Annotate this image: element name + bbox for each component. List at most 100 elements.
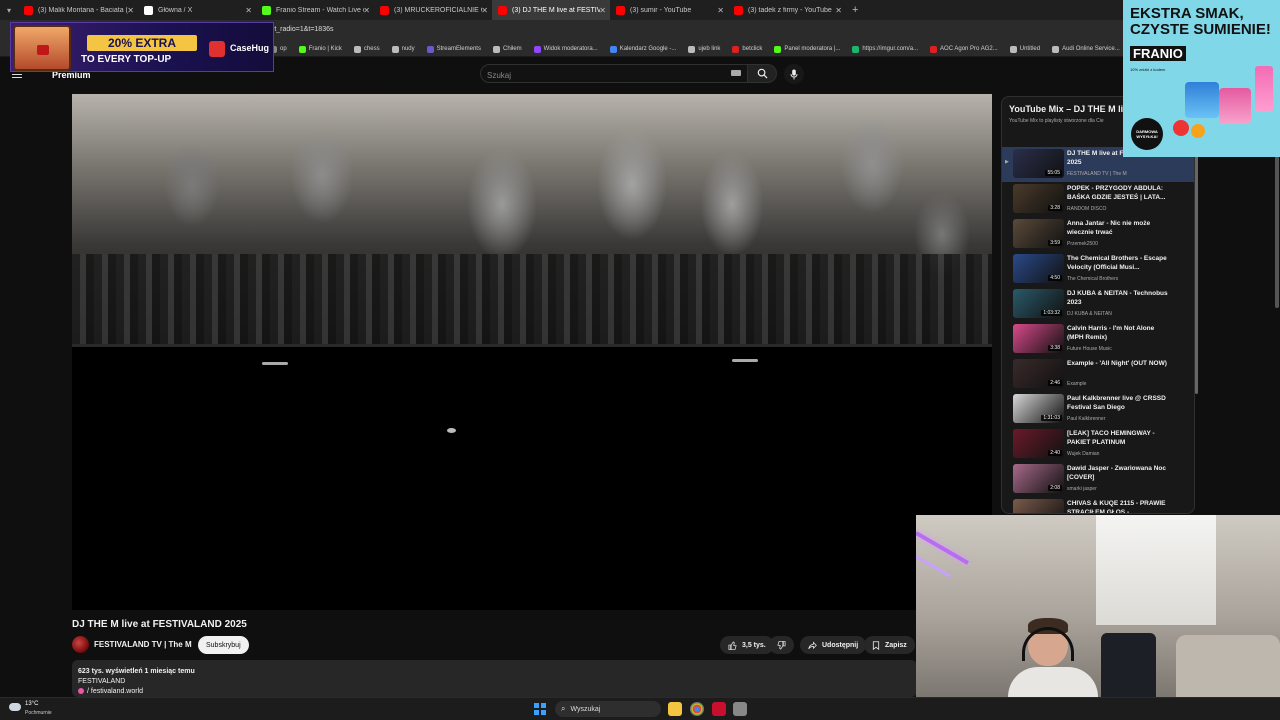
weather-temperature[interactable]: 13°C — [25, 701, 38, 707]
playlist-item[interactable]: CHIVAS & KUQE 2115 - PRAWIE STRACIŁEM GŁ… — [1002, 497, 1194, 513]
channel-name[interactable]: FESTIVALAND TV | The M — [94, 640, 192, 649]
video-description[interactable]: 623 tys. wyświetleń 1 miesiąc temu FESTI… — [72, 660, 917, 697]
playlist-title[interactable]: YouTube Mix – DJ THE M li — [1009, 104, 1123, 114]
bookmark-item[interactable]: Chiłem — [492, 45, 522, 53]
app-icon[interactable] — [733, 702, 747, 716]
tab-search-icon[interactable]: ▾ — [0, 0, 18, 20]
playlist-item[interactable]: 4:50 The Chemical Brothers - Escape Veloc… — [1002, 252, 1194, 287]
playlist-item[interactable]: 2:40 [LEAK] TACO HEMINGWAY - PAKIET PLATI… — [1002, 427, 1194, 462]
bookmark-item[interactable]: https://imgur.com/a... — [852, 45, 918, 53]
playlist-item[interactable]: 1:03:32 DJ KUBA & NEITAN - Technobus 2023… — [1002, 287, 1194, 322]
browser-tab[interactable]: Główna / X ✕ — [138, 0, 256, 20]
browser-tab[interactable]: (3) sumir - YouTube ✕ — [610, 0, 728, 20]
browser-tab[interactable]: Franio Stream - Watch Live on ✕ — [256, 0, 374, 20]
playlist-thumbnail[interactable]: 3:28 — [1013, 184, 1064, 213]
bookmark-item[interactable]: Panel moderatora |... — [774, 45, 841, 53]
bookmark-item[interactable]: betclick — [732, 45, 762, 53]
playlist-item-title[interactable]: DJ KUBA & NEITAN - Technobus 2023 — [1067, 289, 1171, 307]
new-tab-button[interactable]: + — [852, 4, 858, 16]
bookmark-item[interactable]: Franio | Kick — [298, 45, 342, 53]
casehug-logo-icon — [209, 41, 225, 57]
file-explorer-icon[interactable] — [668, 702, 682, 716]
playlist-item-title[interactable]: CHIVAS & KUQE 2115 - PRAWIE STRACIŁEM GŁ… — [1067, 499, 1171, 513]
browser-tab[interactable]: (3) Malik Montana - Baciata (O ✕ — [18, 0, 138, 20]
playlist-item[interactable]: 2:46 Example - 'All Night' (OUT NOW) Examp… — [1002, 357, 1194, 392]
bookmark-label: StreamElements — [436, 46, 481, 52]
bookmark-item[interactable]: AOC Agon Pro AG2... — [930, 45, 998, 53]
playlist-thumbnail[interactable]: 3:38 — [1013, 324, 1064, 353]
playlist-thumbnail[interactable]: 3:59 — [1013, 219, 1064, 248]
save-button[interactable]: Zapisz — [864, 636, 915, 654]
playlist-item-title[interactable]: Calvin Harris - I'm Not Alone (MPH Remix… — [1067, 324, 1171, 342]
playlist-thumbnail[interactable]: 1:31:03 — [1013, 394, 1064, 423]
ad-discount-text: 10% zniżki z kodem — [1130, 67, 1166, 72]
playlist-scrollbar[interactable] — [1195, 148, 1198, 394]
playlist-item-title[interactable]: The Chemical Brothers - Escape Velocity … — [1067, 254, 1171, 272]
tab-favicon-icon — [262, 5, 271, 15]
browser-tab[interactable]: (3) MRUCKEROFICIALNIE GDZI✕ — [374, 0, 492, 20]
playlist-item-title[interactable]: Paul Kalkbrenner live @ CRSSD Festival S… — [1067, 394, 1171, 412]
tab-close-icon[interactable]: ✕ — [835, 6, 842, 15]
bookmark-item[interactable]: Widok moderatora... — [533, 45, 598, 53]
browser-tab[interactable]: (3) tadek z firmy - YouTube ✕ — [728, 0, 846, 20]
like-button[interactable]: 3,5 tys. — [720, 636, 774, 654]
now-playing-icon: ▶ — [1005, 159, 1009, 165]
playlist-thumbnail[interactable] — [1013, 499, 1064, 513]
chrome-icon[interactable] — [690, 702, 704, 716]
channel-avatar[interactable] — [72, 636, 89, 653]
playlist-item[interactable]: 1:31:03 Paul Kalkbrenner live @ CRSSD Fes… — [1002, 392, 1194, 427]
url-text[interactable]: rt_radio=1&t=1836s — [272, 26, 334, 33]
playlist-item-title[interactable]: Example - 'All Night' (OUT NOW) — [1067, 359, 1171, 368]
share-button[interactable]: Udostępnij — [800, 636, 867, 654]
playlist-item-title[interactable]: [LEAK] TACO HEMINGWAY - PAKIET PLATINUM — [1067, 429, 1171, 447]
playlist-thumbnail[interactable]: 4:50 — [1013, 254, 1064, 283]
video-player[interactable] — [72, 94, 992, 610]
description-link[interactable]: / festivaland.world — [78, 686, 911, 696]
windows-start-icon[interactable] — [534, 703, 546, 715]
weather-description[interactable]: Pochmurnie — [25, 710, 52, 716]
playlist-thumbnail[interactable]: 2:08 — [1013, 464, 1064, 493]
bookmark-item[interactable]: Kalendarz Google -... — [609, 45, 676, 53]
playlist-item[interactable]: 3:59 Anna Jantar - Nic nie może wiecznie … — [1002, 217, 1194, 252]
tab-close-icon[interactable]: ✕ — [363, 6, 370, 15]
product-cup-image — [1255, 66, 1273, 112]
browser-tab[interactable]: (3) DJ THE M live at FESTIV ✕ — [492, 0, 610, 20]
bookmark-item[interactable]: Audi Online Service... — [1052, 45, 1120, 53]
tab-close-icon[interactable]: ✕ — [481, 6, 488, 15]
bookmark-item[interactable]: nudy — [391, 45, 415, 53]
bookmark-item[interactable]: StreamElements — [426, 45, 481, 53]
tab-close-icon[interactable]: ✕ — [245, 6, 252, 15]
playlist-item-title[interactable]: Anna Jantar - Nic nie może wiecznie trwa… — [1067, 219, 1171, 237]
subscribe-button[interactable]: Subskrybuj — [198, 636, 249, 654]
search-box[interactable] — [480, 64, 748, 84]
playlist-thumbnail[interactable]: 1:03:32 — [1013, 289, 1064, 318]
bookmark-label: Panel moderatora |... — [784, 46, 841, 52]
playlist-item-title[interactable]: Dawid Jasper - Zwariowana Noc [COVER] — [1067, 464, 1171, 482]
bookmark-label: AOC Agon Pro AG2... — [940, 46, 998, 52]
bookmark-item[interactable]: ujeb link — [688, 45, 720, 53]
keyboard-icon[interactable] — [731, 70, 741, 76]
tab-close-icon[interactable]: ✕ — [127, 6, 134, 15]
taskbar-search[interactable]: ⌕ Wyszukaj — [555, 701, 661, 717]
tab-close-icon[interactable]: ✕ — [717, 6, 724, 15]
bookmark-item[interactable]: chess — [353, 45, 380, 53]
search-button[interactable] — [747, 64, 777, 83]
playlist-item[interactable]: 3:28 POPEK - PRZYGODY ABDULA: BAŚKA GDZIE… — [1002, 182, 1194, 217]
playlist-thumbnail[interactable]: 2:40 — [1013, 429, 1064, 458]
bookmark-item[interactable]: Untitled — [1009, 45, 1040, 53]
festivaland-link[interactable]: / festivaland.world — [87, 688, 143, 695]
tab-close-icon[interactable]: ✕ — [599, 6, 606, 15]
playlist-item-title[interactable]: POPEK - PRZYGODY ABDULA: BAŚKA GDZIE JES… — [1067, 184, 1171, 202]
app-icon[interactable] — [712, 702, 726, 716]
playlist-item[interactable]: 3:38 Calvin Harris - I'm Not Alone (MPH R… — [1002, 322, 1194, 357]
video-title: DJ THE M live at FESTIVALAND 2025 — [72, 619, 247, 630]
voice-search-button[interactable] — [784, 64, 804, 84]
search-input[interactable] — [481, 67, 711, 84]
tab-favicon-icon — [144, 5, 153, 15]
playlist-thumbnail[interactable]: 2:46 — [1013, 359, 1064, 388]
microphone-icon — [790, 69, 798, 79]
dislike-button[interactable] — [769, 636, 794, 654]
cloud-icon[interactable] — [9, 703, 21, 711]
playlist-item[interactable]: 2:08 Dawid Jasper - Zwariowana Noc [COVER… — [1002, 462, 1194, 497]
playlist-thumbnail[interactable]: 55:05 — [1013, 149, 1064, 178]
